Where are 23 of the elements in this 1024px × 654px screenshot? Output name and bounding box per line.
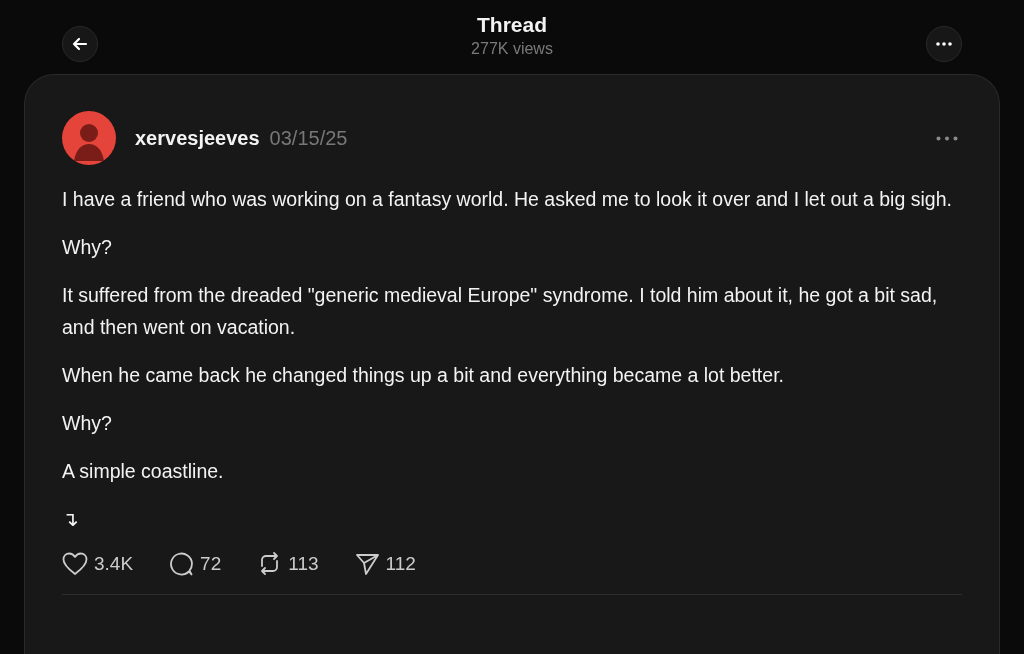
- back-button[interactable]: [62, 26, 98, 62]
- post-paragraph: Why?: [62, 411, 113, 436]
- post-paragraph: It suffered from the dreaded "generic medieval Europe" syndrome. I told him about it, he got a bit sad, and then went on vacation.: [62, 283, 939, 340]
- share-button[interactable]: 112: [354, 551, 416, 576]
- avatar[interactable]: [62, 111, 116, 165]
- reply-button[interactable]: 72: [169, 551, 222, 576]
- post-paragraph: Why?: [62, 235, 113, 260]
- speech-bubble-icon: [169, 551, 195, 576]
- post-date: 03/15/25: [269, 126, 348, 150]
- like-button[interactable]: 3.4K: [62, 551, 134, 576]
- username[interactable]: xervesjeeves: [135, 126, 260, 150]
- heart-icon: [62, 551, 88, 576]
- paper-plane-icon: [354, 551, 380, 576]
- post-paragraph: I have a friend who was working on a fantasy world. He asked me to look it over and I let out a big sigh.: [62, 187, 953, 212]
- view-count: 277K views: [471, 39, 553, 58]
- post-paragraph: A simple coastline.: [62, 459, 225, 484]
- page-title: Thread: [476, 12, 548, 37]
- more-icon: [936, 42, 952, 46]
- more-button[interactable]: [926, 26, 962, 62]
- post-paragraph: When he came back he changed things up a bit and everything became a lot better.: [62, 363, 785, 388]
- more-icon[interactable]: [936, 135, 958, 141]
- post-paragraph: ↴: [62, 507, 80, 532]
- repost-button[interactable]: 113: [257, 551, 319, 576]
